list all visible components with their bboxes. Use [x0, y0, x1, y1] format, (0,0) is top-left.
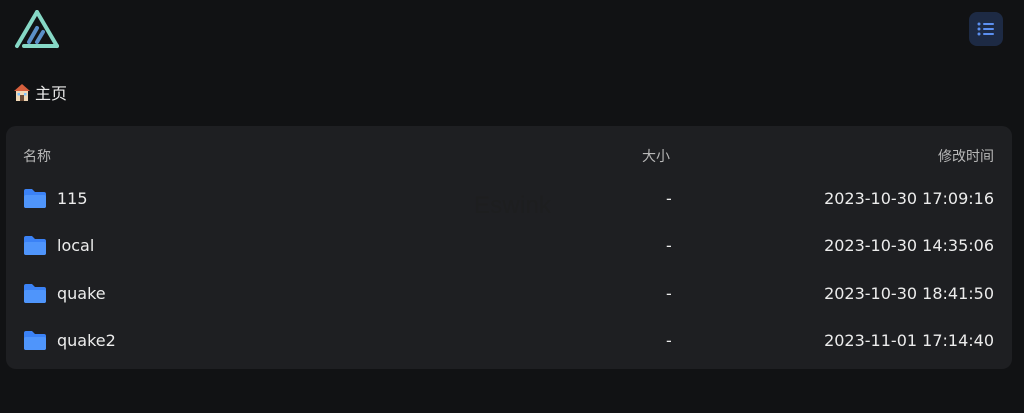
folder-icon	[24, 189, 46, 208]
list-icon	[977, 22, 994, 36]
file-browser-page: 主页 名称 大小 修改时间 115 - 2023-10-30 17:09:16 …	[0, 0, 1024, 413]
file-row[interactable]: 115 - 2023-10-30 17:09:16	[6, 176, 1012, 223]
file-name[interactable]: quake2	[57, 331, 116, 350]
modified-time: 2023-11-01 17:14:40	[824, 331, 994, 350]
file-row[interactable]: quake - 2023-10-30 18:41:50	[6, 271, 1012, 318]
file-row[interactable]: local - 2023-10-30 14:35:06	[6, 223, 1012, 270]
size-column-header[interactable]: 大小	[642, 146, 670, 166]
breadcrumb-home[interactable]: 主页	[11, 80, 67, 104]
modified-column-header[interactable]: 修改时间	[938, 146, 994, 166]
house-icon	[14, 84, 30, 101]
file-name[interactable]: local	[57, 236, 94, 255]
modified-time: 2023-10-30 17:09:16	[824, 189, 994, 208]
file-name[interactable]: 115	[57, 189, 88, 208]
folder-icon	[24, 236, 46, 255]
file-row[interactable]: quake2 - 2023-11-01 17:14:40	[6, 318, 1012, 365]
modified-time: 2023-10-30 18:41:50	[824, 284, 994, 303]
breadcrumb-label: 主页	[35, 84, 68, 103]
file-list-panel: 名称 大小 修改时间 115 - 2023-10-30 17:09:16 loc…	[6, 126, 1012, 369]
folder-icon	[24, 331, 46, 350]
file-size: -	[666, 284, 672, 303]
file-size: -	[666, 189, 672, 208]
list-view-button[interactable]	[969, 12, 1003, 46]
name-column-header[interactable]: 名称	[23, 146, 51, 166]
folder-icon	[24, 284, 46, 303]
file-name[interactable]: quake	[57, 284, 106, 303]
file-size: -	[666, 331, 672, 350]
file-size: -	[666, 236, 672, 255]
modified-time: 2023-10-30 14:35:06	[824, 236, 994, 255]
alist-logo-icon[interactable]	[13, 10, 61, 50]
